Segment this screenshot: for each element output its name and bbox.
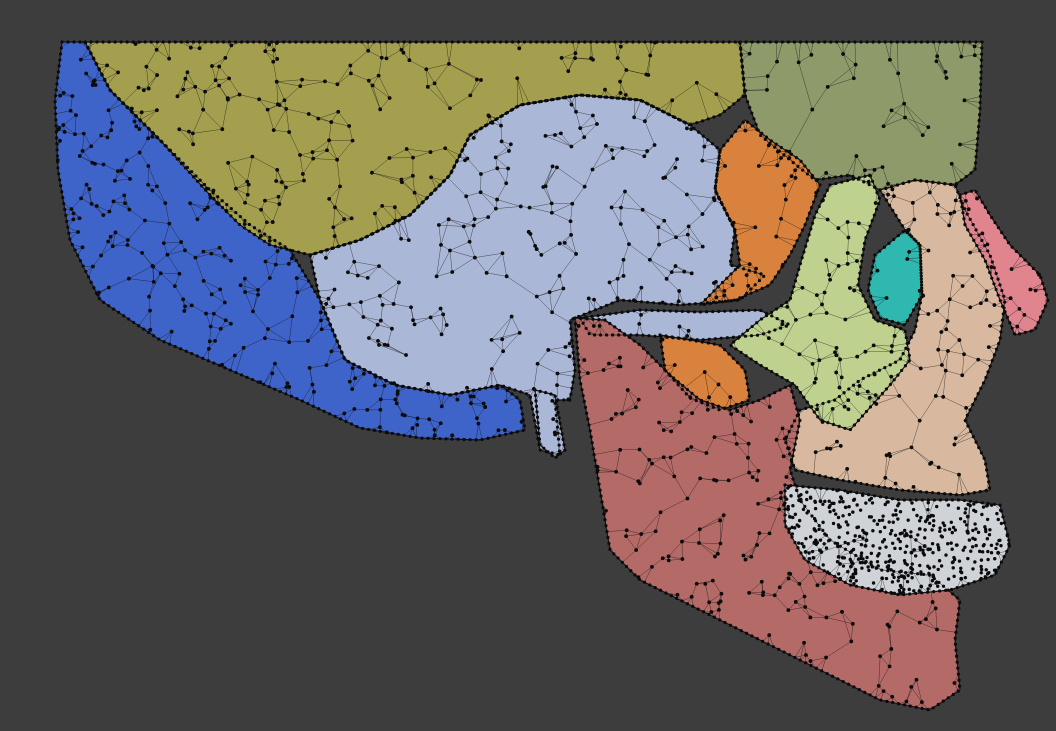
mesh-vertex bbox=[297, 264, 301, 268]
mesh-vertex bbox=[432, 436, 436, 441]
mesh-vertex bbox=[486, 436, 490, 440]
mesh-vertex bbox=[252, 226, 257, 230]
mesh-vertex bbox=[333, 414, 337, 418]
mesh-vertex bbox=[278, 242, 282, 246]
mesh-vertex bbox=[60, 40, 64, 44]
skull-mesh-render bbox=[53, 40, 1050, 712]
mesh-vertex bbox=[313, 289, 317, 294]
mesh-vertex bbox=[268, 235, 272, 239]
mesh-vertex bbox=[247, 222, 251, 227]
mesh-vertex bbox=[515, 396, 519, 400]
mesh-vertex bbox=[408, 434, 412, 438]
3d-viewport[interactable] bbox=[0, 0, 1056, 731]
mesh-vertex bbox=[372, 428, 377, 433]
mesh-vertex bbox=[520, 412, 524, 416]
mesh-vertex bbox=[72, 40, 76, 44]
mesh-vertex bbox=[306, 402, 310, 406]
mesh-vertex bbox=[521, 428, 525, 432]
mesh-vertex bbox=[390, 431, 394, 435]
mesh-vertex bbox=[498, 434, 502, 438]
mesh-vertex bbox=[238, 214, 242, 219]
mesh-vertex bbox=[291, 253, 295, 257]
mesh-vertex bbox=[444, 437, 448, 441]
mesh-vertex bbox=[344, 419, 348, 424]
mesh-vertex bbox=[311, 404, 315, 408]
mesh-vertex bbox=[328, 412, 332, 416]
mesh-vertex bbox=[366, 427, 371, 432]
mesh-vertex bbox=[338, 417, 343, 421]
mesh-vertex bbox=[300, 269, 305, 273]
mesh-vertex bbox=[522, 424, 526, 428]
mesh-vertex bbox=[402, 433, 406, 437]
mesh-vertex bbox=[349, 422, 354, 426]
mesh-vertex bbox=[378, 429, 382, 433]
mesh-vertex bbox=[66, 40, 70, 44]
mesh-vertex bbox=[426, 436, 430, 440]
mesh-vertex bbox=[509, 431, 514, 435]
mesh-vertex bbox=[438, 437, 442, 441]
mesh-vertex bbox=[220, 199, 224, 203]
mesh-vertex bbox=[273, 238, 277, 243]
mesh-vertex bbox=[234, 210, 238, 215]
mesh-vertex bbox=[300, 399, 304, 403]
mesh-vertex bbox=[295, 397, 299, 401]
mesh-vertex bbox=[474, 438, 478, 442]
mesh-vertex bbox=[355, 424, 359, 429]
mesh-vertex bbox=[317, 407, 321, 411]
mesh-vertex bbox=[225, 203, 229, 207]
mesh-vertex bbox=[257, 229, 262, 233]
mesh-vertex bbox=[504, 432, 508, 436]
mesh-vertex bbox=[307, 279, 311, 283]
mesh-vertex bbox=[243, 218, 247, 223]
mesh-vertex bbox=[216, 195, 220, 199]
mesh-vertex bbox=[294, 258, 298, 263]
mesh-vertex bbox=[510, 392, 514, 396]
mesh-vertex bbox=[202, 182, 207, 187]
mesh-vertex bbox=[480, 437, 484, 442]
mesh-vertex bbox=[462, 437, 466, 442]
mesh-vertex bbox=[303, 274, 308, 278]
mesh-vertex bbox=[78, 40, 82, 44]
mesh-vertex bbox=[310, 284, 314, 288]
mesh-vertex bbox=[229, 207, 233, 211]
mesh-vertex bbox=[360, 426, 365, 431]
mesh-vertex bbox=[492, 435, 496, 439]
mesh-vertex bbox=[518, 400, 522, 404]
mesh-vertex bbox=[396, 432, 400, 436]
mesh-vertex bbox=[456, 437, 460, 441]
mesh-vertex bbox=[322, 409, 326, 413]
mesh-vertex bbox=[263, 232, 267, 236]
mesh-vertex bbox=[450, 437, 454, 441]
mesh-vertex bbox=[468, 438, 472, 442]
mesh-vertex bbox=[414, 435, 418, 439]
mesh-vertex bbox=[515, 430, 519, 434]
mesh-vertex bbox=[420, 436, 424, 440]
mesh-vertex bbox=[519, 406, 523, 410]
